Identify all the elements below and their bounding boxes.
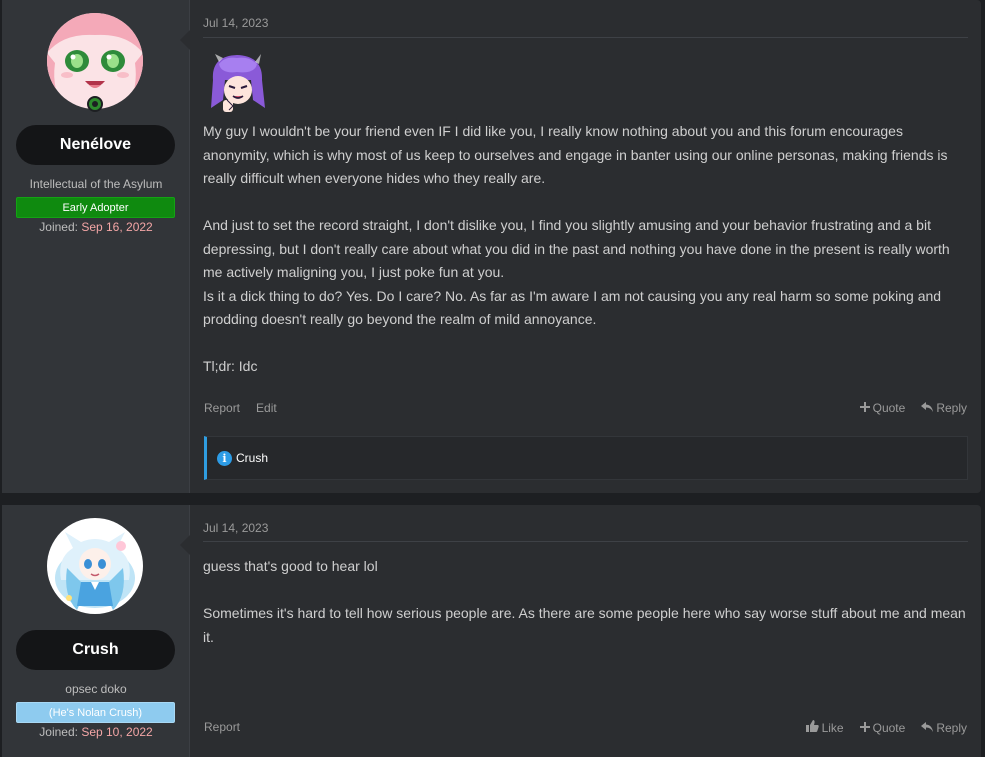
reply-arrow-icon xyxy=(921,401,934,415)
quote-button[interactable]: Quote xyxy=(859,401,906,415)
user-info-panel: Nenélove Intellectual of the Asylum Earl… xyxy=(2,0,190,493)
like-button[interactable]: Like xyxy=(805,720,844,735)
reaction-bar: i Crush xyxy=(204,436,968,480)
plus-icon xyxy=(859,401,870,415)
emote-image xyxy=(205,50,270,115)
joined-date: Sep 16, 2022 xyxy=(81,220,153,234)
post-2: Crush opsec doko (He's Nolan Crush) Join… xyxy=(2,505,981,757)
user-title: Intellectual of the Asylum xyxy=(29,177,163,191)
report-button[interactable]: Report xyxy=(204,720,240,734)
user-title: opsec doko xyxy=(65,682,127,696)
post-body: My guy I wouldn't be your friend even IF… xyxy=(203,120,971,379)
divider xyxy=(203,37,968,38)
post-arrow xyxy=(180,30,190,50)
post-1: Nenélove Intellectual of the Asylum Earl… xyxy=(2,0,981,493)
online-status-icon xyxy=(87,96,103,112)
reaction-user[interactable]: Crush xyxy=(236,451,268,465)
user-banner: Early Adopter xyxy=(16,197,175,218)
post-paragraph: Tl;dr: Idc xyxy=(203,358,258,374)
post-date[interactable]: Jul 14, 2023 xyxy=(203,521,268,535)
post-arrow xyxy=(180,535,190,555)
post-body: guess that's good to hear lol Sometimes … xyxy=(203,555,971,649)
username[interactable]: Nenélove xyxy=(16,125,175,165)
post-paragraph: guess that's good to hear lol xyxy=(203,558,378,574)
joined-label: Joined: xyxy=(39,725,78,739)
quote-label: Quote xyxy=(872,401,906,415)
divider xyxy=(203,541,968,542)
quote-button[interactable]: Quote xyxy=(859,720,906,735)
reply-label: Reply xyxy=(936,720,967,735)
user-banner: (He's Nolan Crush) xyxy=(16,702,175,723)
post-actions-right: Like Quote Reply xyxy=(805,720,967,735)
like-label: Like xyxy=(821,720,844,735)
reply-button[interactable]: Reply xyxy=(921,401,967,415)
joined-info: Joined: Sep 16, 2022 xyxy=(2,220,190,234)
info-icon: i xyxy=(217,450,232,466)
edit-button[interactable]: Edit xyxy=(256,401,277,415)
username[interactable]: Crush xyxy=(16,630,175,670)
joined-info: Joined: Sep 10, 2022 xyxy=(2,725,190,739)
post-actions-left: Report Edit xyxy=(204,401,277,415)
quote-label: Quote xyxy=(872,720,906,735)
avatar[interactable] xyxy=(47,13,143,109)
joined-label: Joined: xyxy=(39,220,78,234)
post-paragraph: Sometimes it's hard to tell how serious … xyxy=(203,605,966,645)
reply-button[interactable]: Reply xyxy=(921,721,967,735)
post-paragraph: And just to set the record straight, I d… xyxy=(203,217,950,280)
user-info-panel: Crush opsec doko (He's Nolan Crush) Join… xyxy=(2,505,190,757)
post-actions-right: Quote Reply xyxy=(859,401,967,415)
plus-icon xyxy=(859,721,870,735)
post-paragraph: Is it a dick thing to do? Yes. Do I care… xyxy=(203,287,942,328)
joined-date: Sep 10, 2022 xyxy=(81,725,153,739)
post-paragraph: My guy I wouldn't be your friend even IF… xyxy=(203,123,948,186)
reply-label: Reply xyxy=(936,401,967,415)
post-date[interactable]: Jul 14, 2023 xyxy=(203,16,268,30)
reply-arrow-icon xyxy=(921,721,934,735)
thumbs-up-icon xyxy=(805,720,819,735)
avatar[interactable] xyxy=(47,518,143,614)
post-actions-left: Report xyxy=(204,720,240,734)
report-button[interactable]: Report xyxy=(204,401,240,415)
